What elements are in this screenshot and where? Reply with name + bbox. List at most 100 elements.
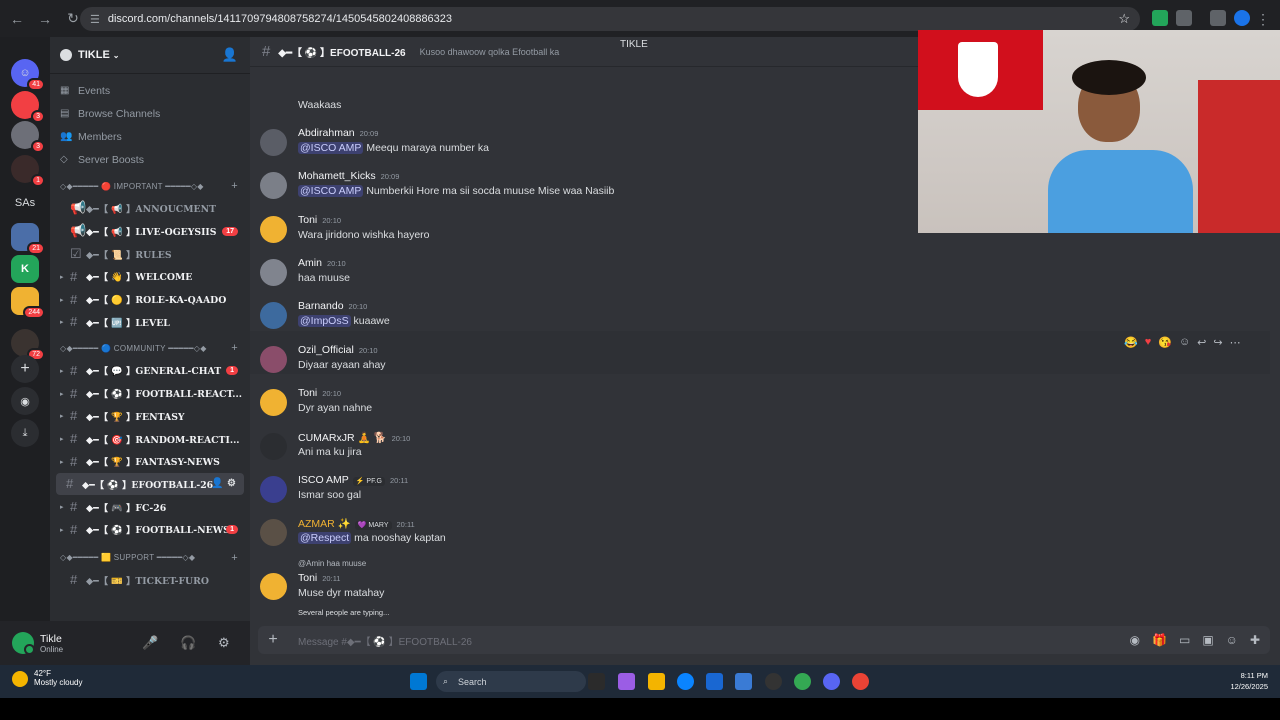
site-info-icon[interactable]: ☰ [90,13,100,26]
avatar[interactable] [260,172,287,199]
channel-item[interactable]: ▸ # ◆━【 🎮 】FC-26 [50,495,250,518]
server-icon[interactable]: 72 [11,329,45,361]
avatar[interactable] [260,129,287,156]
avatar[interactable] [12,632,35,655]
channel-topic[interactable]: Kusoo dhawoow qolka Efootball ka [420,47,560,57]
server-icon[interactable]: 3 [11,91,45,123]
author[interactable]: Ozil_Official 20:10 [298,344,378,356]
avatar[interactable] [260,259,287,286]
author[interactable]: Abdirahman 20:09 [298,127,378,139]
gift-icon[interactable]: 🎁 [1152,633,1167,647]
emoji-kiss-icon[interactable]: 😘 [1158,336,1172,349]
store-icon[interactable] [706,673,723,690]
guild-header[interactable]: TIKLE ⌄ 👤 [50,37,250,74]
profile-avatar-icon[interactable] [1234,10,1250,26]
channel-item[interactable]: ▸ # ◆━【 🏆 】FENTASY [50,405,250,428]
avatar[interactable] [260,346,287,373]
channel-item[interactable]: ▸ # ◆━【 👋 】WELCOME [50,265,250,288]
avatar[interactable] [260,476,287,503]
server-icon[interactable]: 244 [11,287,45,319]
mail-icon[interactable] [735,673,752,690]
forward-icon[interactable]: ↪ [1213,336,1222,349]
avatar[interactable] [260,389,287,416]
channel-settings-icon[interactable]: 👤 ⚙ [211,478,236,489]
server-icon[interactable]: 21 [11,223,45,255]
create-channel-icon[interactable]: + [231,180,238,192]
direct-messages-icon[interactable]: ☺ 41 [11,59,45,91]
add-reaction-icon[interactable]: ☺ [1179,336,1190,349]
message[interactable]: Amin 20:10 haa muuse [250,257,1270,300]
nitro-icon[interactable]: ◉ [1130,633,1140,647]
taskbar-search[interactable]: ⌕ Search [436,671,586,692]
download-icon[interactable]: ⤓ [11,419,39,447]
author[interactable]: Toni 20:11 [298,572,340,584]
server-sas[interactable]: SAs [11,189,39,217]
heart-icon[interactable]: ♥ [1145,336,1152,349]
headphones-icon[interactable]: 🎧 [180,635,196,651]
nav-members[interactable]: 👥 Members [50,125,250,148]
avatar[interactable] [260,519,287,546]
channel-item[interactable]: # ◆━【 🎫 】TICKET-FURO [50,569,250,592]
user-mention[interactable]: @Respect [298,532,352,544]
channel-item[interactable]: ☑ ◆━【 📜 】RULES [50,242,250,265]
file-explorer-icon[interactable] [648,673,665,690]
channel-item[interactable]: ▸ # ◆━【 ⚽ 】FOOTBALL-NEWS 1 [50,518,250,541]
add-server-icon[interactable]: + [11,355,39,383]
channel-item[interactable]: ▸ # ◆━【 🏆 】FANTASY-NEWS [50,450,250,473]
media-controls-icon[interactable] [1210,10,1226,26]
category-support[interactable]: ◇◆━━━━━ 🟨 SUPPORT ━━━━━◇◆ + [50,547,250,569]
channel-item[interactable]: ▸ # ◆━【 🆙 】LEVEL [50,310,250,333]
nav-server-boosts[interactable]: ◇ Server Boosts [50,148,250,171]
message[interactable]: Toni 20:10 Dyr ayan nahne [250,387,1270,430]
channel-item[interactable]: ▸ # ◆━【 💬 】GENERAL-CHAT 1 [50,359,250,382]
server-icon[interactable]: 3 [11,121,45,153]
message[interactable]: Ozil_Official 20:10 Diyaar ayaan ahay [250,344,1270,387]
address-bar[interactable]: ☰ discord.com/channels/14117097948087582… [80,7,1140,31]
extensions-puzzle-icon[interactable] [1176,10,1192,26]
message[interactable]: Barnando 20:10 @ImpOsS kuaawe [250,300,1270,343]
edge-icon[interactable] [677,673,694,690]
apps-icon[interactable]: ✚ [1250,633,1260,647]
forward-icon[interactable]: → [34,8,56,30]
bookmark-star-icon[interactable]: ☆ [1118,11,1130,27]
channel-item[interactable]: ▸ # ◆━【 ⚽ 】FOOTBALL-REACT... [50,382,250,405]
system-clock[interactable]: 8:11 PM 12/26/2025 [1230,670,1268,692]
author[interactable]: Toni 20:10 [298,214,341,226]
category-important[interactable]: ◇◆━━━━━ 🔴 IMPORTANT ━━━━━◇◆ + [50,175,250,197]
gear-icon[interactable]: ⚙ [218,635,230,651]
avatar[interactable] [260,573,287,600]
create-channel-icon[interactable]: + [231,552,238,564]
extension-shield-icon[interactable] [1152,10,1168,26]
author[interactable]: Amin 20:10 [298,257,346,269]
reply-reference[interactable]: @Amin haa muuse [298,559,366,568]
guild-tag[interactable]: ⚡ PF.G [352,477,385,486]
channel-item-active[interactable]: # ◆━【 ⚽ 】EFOOTBALL-26 👤 ⚙ [56,472,244,496]
channel-item[interactable]: 📢 ◆━【 📢 】LIVE-OGEYSIIS 17 [50,220,250,243]
avatar[interactable] [260,216,287,243]
channel-item[interactable]: ▸ # ◆━【 🟡 】ROLE-KA-QAADO [50,288,250,311]
chrome-profile-icon[interactable] [852,673,869,690]
author[interactable]: AZMAR ✨ 💜 MARY 20:11 [298,517,415,530]
copilot-icon[interactable] [618,673,635,690]
server-k[interactable]: K [11,255,39,283]
author[interactable]: CUMARxJR 🧘 🐕 20:10 [298,431,410,444]
author[interactable]: Mohamett_Kicks 20:09 [298,170,399,182]
message[interactable]: ISCO AMP ⚡ PF.G 20:11 Ismar soo gal [250,474,1270,517]
category-community[interactable]: ◇◆━━━━━ 🔵 COMMUNITY ━━━━━◇◆ + [50,337,250,359]
author[interactable]: ISCO AMP ⚡ PF.G 20:11 [298,474,408,486]
nav-events[interactable]: ▦ Events [50,79,250,102]
message-reply[interactable]: @Amin haa muuse Toni 20:11 Muse dyr matah… [250,559,1270,609]
emoji-icon[interactable]: ☺ [1226,633,1238,647]
user-mention[interactable]: @ISCO AMP [298,185,364,197]
sticker-icon[interactable]: ▣ [1202,633,1213,647]
user-info[interactable]: Tikle Online [40,633,63,654]
message[interactable]: AZMAR ✨ 💜 MARY 20:11 @Respect ma nooshay k… [250,517,1270,560]
app-icon[interactable] [765,673,782,690]
user-mention[interactable]: @ImpOsS [298,315,351,327]
discover-icon[interactable]: ◉ [11,387,39,415]
author[interactable]: Toni 20:10 [298,387,341,399]
gif-icon[interactable]: ▭ [1179,633,1190,647]
server-icon[interactable]: 1 [11,155,45,187]
more-icon[interactable]: ⋯ [1230,336,1241,349]
create-channel-icon[interactable]: + [231,342,238,354]
